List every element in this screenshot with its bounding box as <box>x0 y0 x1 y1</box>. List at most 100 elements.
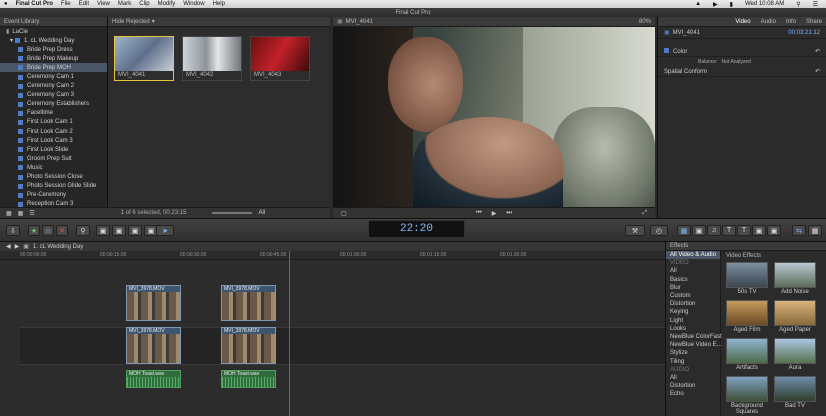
connected-clip-2[interactable]: MVI_3978.MOV <box>221 285 276 321</box>
effects-category[interactable]: Blur <box>666 284 720 292</box>
menu-help[interactable]: Help <box>209 1 229 7</box>
menu-modify[interactable]: Modify <box>154 1 180 7</box>
battery-icon[interactable]: ▮ <box>726 1 737 8</box>
menu-clip[interactable]: Clip <box>135 1 153 7</box>
insert-button[interactable]: ▣ <box>112 225 126 236</box>
zoom-label[interactable]: All <box>258 210 265 216</box>
menubar-clock[interactable]: Wed 10:08 AM <box>741 1 788 7</box>
apple-menu[interactable]: ● <box>0 1 12 7</box>
append-button[interactable]: ▣ <box>128 225 142 236</box>
library-event-item[interactable]: Groom Prep Suit <box>0 154 107 163</box>
connect-button[interactable]: ▣ <box>96 225 110 236</box>
unrate-button[interactable]: ☆ <box>42 225 54 236</box>
viewer-video-frame[interactable] <box>333 27 655 207</box>
fullscreen-icon[interactable]: ⤢ <box>642 210 647 217</box>
menu-view[interactable]: View <box>93 1 114 7</box>
clip-thumbnail-1[interactable]: MVI_4041 <box>114 36 174 81</box>
library-event-item[interactable]: First Look Cam 3 <box>0 136 107 145</box>
effect-thumbnail[interactable] <box>774 376 816 402</box>
inspector-toggle-button[interactable]: ▦ <box>808 225 822 236</box>
select-tool-button[interactable]: ➤ <box>156 225 174 236</box>
effect-thumbnail[interactable] <box>774 338 816 364</box>
menu-edit[interactable]: Edit <box>75 1 93 7</box>
tab-video[interactable]: Video <box>735 19 750 25</box>
menu-window[interactable]: Window <box>179 1 208 7</box>
spatial-conform-section[interactable]: Spatial Conform ↶ <box>658 67 826 77</box>
effect-thumbnail[interactable] <box>774 300 816 326</box>
viewer-zoom[interactable]: 80% <box>639 19 651 25</box>
tab-share[interactable]: Share <box>806 19 822 25</box>
effect-thumbnail[interactable] <box>726 376 768 402</box>
clip-thumbnail-3[interactable]: MVI_4043 <box>250 36 310 81</box>
favorite-button[interactable]: ★ <box>28 225 40 236</box>
tab-audio[interactable]: Audio <box>761 19 776 25</box>
library-event-item[interactable]: Photo Session Close <box>0 173 107 182</box>
import-button[interactable]: ⇩ <box>6 225 20 236</box>
library-event-item[interactable]: Ceremony Cam 2 <box>0 82 107 91</box>
library-event-item[interactable]: Photo Session Glide Slide <box>0 182 107 191</box>
zoom-slider[interactable] <box>212 212 253 214</box>
effects-category[interactable]: Looks <box>666 325 720 333</box>
previous-frame-icon[interactable]: ⏮ <box>476 210 481 217</box>
effects-category[interactable]: NewBlue ColorFast <box>666 333 722 341</box>
forward-icon[interactable]: ▶ <box>15 243 20 250</box>
volume-icon[interactable]: ▶ <box>709 1 722 8</box>
effects-category[interactable]: Custom <box>666 292 720 300</box>
event-wedding-day[interactable]: ▾ 1. cL Wedding Day <box>0 36 107 45</box>
effect-thumbnail[interactable] <box>774 262 816 288</box>
notifications-icon[interactable]: ☰ <box>809 1 822 8</box>
effect-thumbnail[interactable] <box>726 262 768 288</box>
retime-button[interactable]: ◴ <box>650 225 668 236</box>
chevron-down-icon[interactable]: ▾ <box>152 18 155 25</box>
audio-clip-1[interactable]: MOH Toast.wav <box>126 370 181 388</box>
library-event-item[interactable]: Ceremony Establishers <box>0 100 107 109</box>
spotlight-icon[interactable]: ⚲ <box>792 1 804 8</box>
library-event-item[interactable]: Bride Prep Makeup <box>0 54 107 63</box>
timeline-ruler[interactable]: 00:00:00:00 00:00:15:00 00:00:30:00 00:00:4… <box>0 251 665 260</box>
photos-button[interactable]: ▣ <box>692 225 706 236</box>
library-toggle-button[interactable]: ▦ <box>677 225 691 236</box>
reset-icon[interactable]: ↶ <box>815 48 820 55</box>
effects-audio-category[interactable]: Echo <box>666 390 720 398</box>
library-event-item[interactable]: Pre-Ceremony <box>0 191 107 200</box>
primary-clip-2[interactable]: MVI_3978.MOV <box>221 327 276 364</box>
playhead[interactable] <box>289 251 290 416</box>
library-event-item[interactable]: First Look Cam 1 <box>0 118 107 127</box>
effects-category[interactable]: Keying <box>666 308 720 316</box>
color-board-button[interactable]: ⚒ <box>625 225 645 236</box>
list-view-icon[interactable]: ☰ <box>29 210 34 217</box>
effects-category[interactable]: Stylize <box>666 349 720 357</box>
tab-info[interactable]: Info <box>786 19 796 25</box>
keyword-icon[interactable]: ▦ <box>6 210 12 217</box>
next-frame-icon[interactable]: ⏭ <box>506 210 511 217</box>
menu-file[interactable]: File <box>57 1 75 7</box>
effect-thumbnail[interactable] <box>726 338 768 364</box>
effects-category[interactable]: Distortion <box>666 300 720 308</box>
generators-button[interactable]: ▣ <box>752 225 766 236</box>
effects-audio-category[interactable]: Distortion <box>666 382 720 390</box>
music-button[interactable]: ♫ <box>707 225 721 236</box>
wifi-icon[interactable]: ▲ <box>691 1 705 7</box>
effects-category[interactable]: Light <box>666 317 720 325</box>
menu-mark[interactable]: Mark <box>114 1 135 7</box>
library-event-item[interactable]: Ceremony Cam 3 <box>0 91 107 100</box>
library-event-item[interactable]: First Look Cam 2 <box>0 127 107 136</box>
back-icon[interactable]: ◀ <box>6 243 11 250</box>
color-section[interactable]: Color ↶ <box>658 47 826 57</box>
reset-icon[interactable]: ↶ <box>815 68 820 75</box>
audio-clip-2[interactable]: MOH Toast.wav <box>221 370 276 388</box>
library-event-item[interactable]: Bride Prep Dress <box>0 45 107 54</box>
effects-audio-category[interactable]: All <box>666 374 720 382</box>
connected-clip-1[interactable]: MVI_3978.MOV <box>126 285 181 321</box>
filmstrip-view-icon[interactable]: ▦ <box>18 210 24 217</box>
library-root[interactable]: ▮ LaCie <box>0 27 107 36</box>
themes-button[interactable]: ▣ <box>767 225 781 236</box>
effect-thumbnail[interactable] <box>726 300 768 326</box>
keyword-button[interactable]: ⚲ <box>76 225 90 236</box>
category-all-video-audio[interactable]: All Video & Audio <box>666 251 720 260</box>
project-name[interactable]: 1. cL Wedding Day <box>33 244 83 250</box>
reject-button[interactable]: ✕ <box>56 225 68 236</box>
library-event-item[interactable]: Bride Prep MOH <box>0 63 107 73</box>
text-button[interactable]: T <box>737 225 751 236</box>
dashboard-timecode[interactable]: 22:20 <box>368 220 465 238</box>
